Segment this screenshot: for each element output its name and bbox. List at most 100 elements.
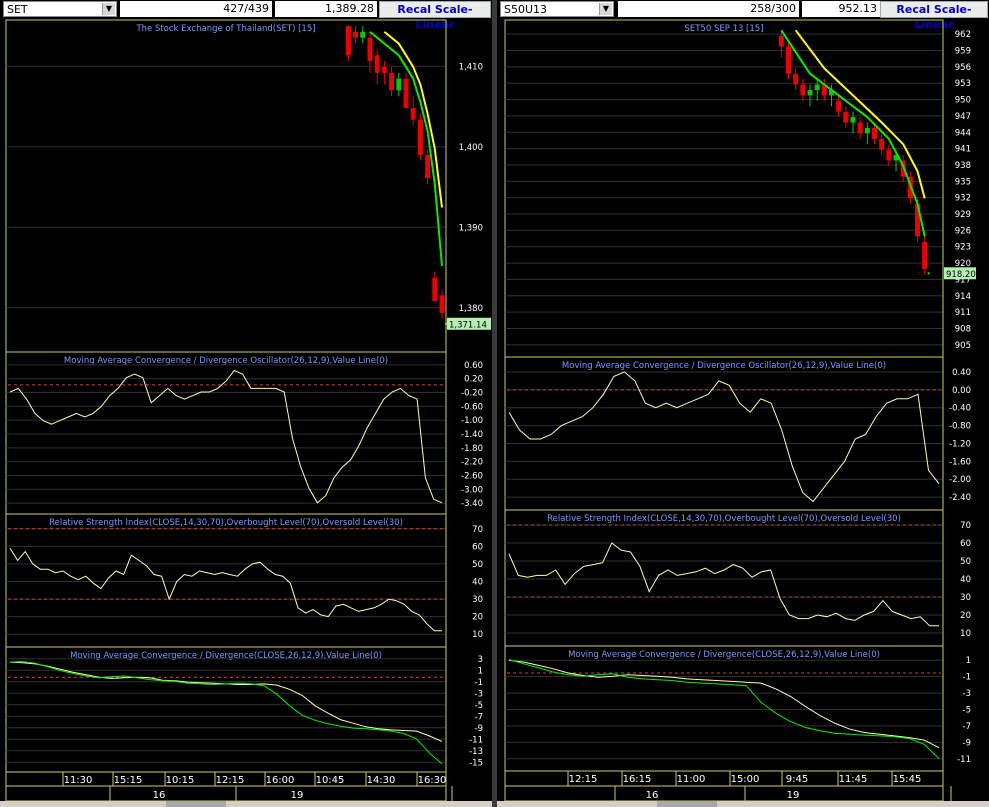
- pane-title: Moving Average Convergence / Divergence(…: [70, 651, 382, 661]
- y-tick-label: -0.80: [949, 422, 971, 432]
- y-tick-label: 60: [960, 539, 971, 549]
- candle-body: [857, 122, 863, 134]
- date-axis: [504, 785, 944, 802]
- pane-frame: [504, 356, 944, 511]
- y-tick-label: 70: [472, 525, 483, 535]
- right-chart-panel: S50U13 ▼ 258/300 952.13 Recal Scale-Line…: [497, 0, 989, 807]
- y-tick-label: 908: [955, 324, 971, 334]
- candle-body: [786, 46, 791, 74]
- y-tick-label: -3.00: [461, 485, 483, 495]
- candle-body: [374, 55, 380, 73]
- y-tick-label: 20: [472, 613, 483, 623]
- y-tick-label: -5: [963, 706, 971, 716]
- y-tick-label: 947: [955, 112, 971, 122]
- time-axis-label: 9:45: [786, 774, 808, 785]
- y-tick-label: 20: [960, 611, 971, 621]
- y-tick-label: 3: [478, 655, 483, 665]
- candle-body: [850, 117, 856, 123]
- right-chart-canvas[interactable]: SET50 SEP 13 [15] 962 959 956 953 950 947 944 94…: [497, 0, 989, 807]
- y-tick-label: -1: [963, 673, 971, 683]
- time-axis-label: 10:15: [166, 775, 195, 786]
- candle-body: [403, 78, 409, 108]
- time-axis-label: 16:15: [623, 774, 652, 785]
- y-tick-label: -1.20: [949, 439, 971, 449]
- horizontal-scrollbar: [497, 801, 989, 807]
- y-tick-label: -15: [469, 758, 483, 768]
- candle-body: [843, 111, 849, 123]
- ma-fast-line: [369, 31, 443, 267]
- candle-body: [800, 84, 806, 96]
- y-tick-label: 926: [955, 226, 971, 236]
- candle-body: [417, 119, 423, 155]
- macd-series-line: [508, 659, 940, 749]
- y-tick-label: 932: [955, 194, 971, 204]
- y-tick-label: 959: [955, 47, 971, 57]
- y-tick-label: 962: [955, 30, 971, 40]
- candle-body: [807, 89, 813, 96]
- y-tick-label: -13: [469, 747, 483, 757]
- y-tick-label: -2.60: [461, 471, 483, 481]
- indicator-line: [508, 371, 940, 503]
- candle-body: [353, 31, 359, 38]
- candle-body: [439, 295, 445, 313]
- y-tick-label: 1,400: [459, 143, 483, 153]
- y-tick-label: -0.40: [949, 404, 971, 414]
- pane-title: Moving Average Convergence / Divergence(…: [568, 650, 880, 660]
- y-tick-label: 941: [955, 145, 971, 155]
- y-tick-label: 0.00: [952, 386, 971, 396]
- time-axis-label: 16:00: [266, 775, 295, 786]
- y-tick-label: 905: [955, 341, 971, 351]
- time-axis-label: 11:30: [64, 775, 93, 786]
- y-tick-label: 923: [955, 243, 971, 253]
- time-axis-label: 11:45: [839, 774, 868, 785]
- y-tick-label: 929: [955, 210, 971, 220]
- y-tick-label: 953: [955, 79, 971, 89]
- pane-frame: [5, 513, 447, 648]
- date-axis-label: 16: [646, 790, 659, 801]
- y-tick-label: -1.40: [461, 430, 483, 440]
- indicator-line: [508, 542, 939, 627]
- pane-title: The Stock Exchange of Thailand(SET) [15]: [135, 24, 315, 34]
- y-tick-label: 0.20: [464, 375, 483, 385]
- y-tick-label: -2.40: [949, 493, 971, 503]
- y-tick-label: -0.60: [461, 402, 483, 412]
- y-tick-label: -2.00: [949, 475, 971, 485]
- pane-frame: [5, 646, 447, 773]
- y-tick-label: 935: [955, 177, 971, 187]
- left-chart-canvas[interactable]: The Stock Exchange of Thailand(SET) [15]…: [0, 0, 492, 807]
- y-tick-label: -2.20: [461, 458, 483, 468]
- time-axis-label: 11:00: [677, 774, 706, 785]
- y-tick-label: 0.40: [952, 368, 971, 378]
- left-chart-panel: SET ▼ 427/439 1,389.28 Recal Scale-Linea…: [0, 0, 492, 807]
- candle-body: [345, 26, 351, 56]
- y-tick-label: 938: [955, 161, 971, 171]
- pane-title: Relative Strength Index(CLOSE,14,30,70),…: [547, 514, 901, 524]
- last-price-marker: [927, 272, 930, 275]
- y-tick-label: 956: [955, 63, 971, 73]
- y-tick-label: -11: [469, 735, 483, 745]
- y-tick-label: -1.80: [461, 444, 483, 454]
- y-tick-label: 50: [960, 557, 971, 567]
- y-tick-label: 40: [472, 578, 483, 588]
- pane-title: Moving Average Convergence / Divergence …: [562, 361, 886, 371]
- y-tick-label: -1.00: [461, 416, 483, 426]
- candle-body: [836, 100, 842, 112]
- y-tick-label: -3: [963, 689, 971, 699]
- y-tick-label: 1: [966, 656, 971, 666]
- y-tick-label: 10: [960, 629, 971, 639]
- y-tick-label: 60: [472, 542, 483, 552]
- time-axis-label: 15:45: [893, 774, 922, 785]
- y-tick-label: 944: [955, 128, 971, 138]
- candle-body: [432, 277, 438, 302]
- candle-body: [864, 127, 870, 134]
- date-axis-label: 19: [291, 790, 304, 801]
- candle-body: [396, 78, 402, 91]
- horizontal-scrollbar: [0, 801, 492, 807]
- y-tick-label: -7: [963, 722, 971, 732]
- date-axis-label: 19: [787, 790, 800, 801]
- y-tick-label: 30: [472, 595, 483, 605]
- pane-frame: [504, 645, 944, 772]
- scrollbar-thumb: [657, 801, 717, 807]
- pane-title: Relative Strength Index(CLOSE,14,30,70),…: [49, 518, 403, 528]
- date-axis: [5, 785, 447, 802]
